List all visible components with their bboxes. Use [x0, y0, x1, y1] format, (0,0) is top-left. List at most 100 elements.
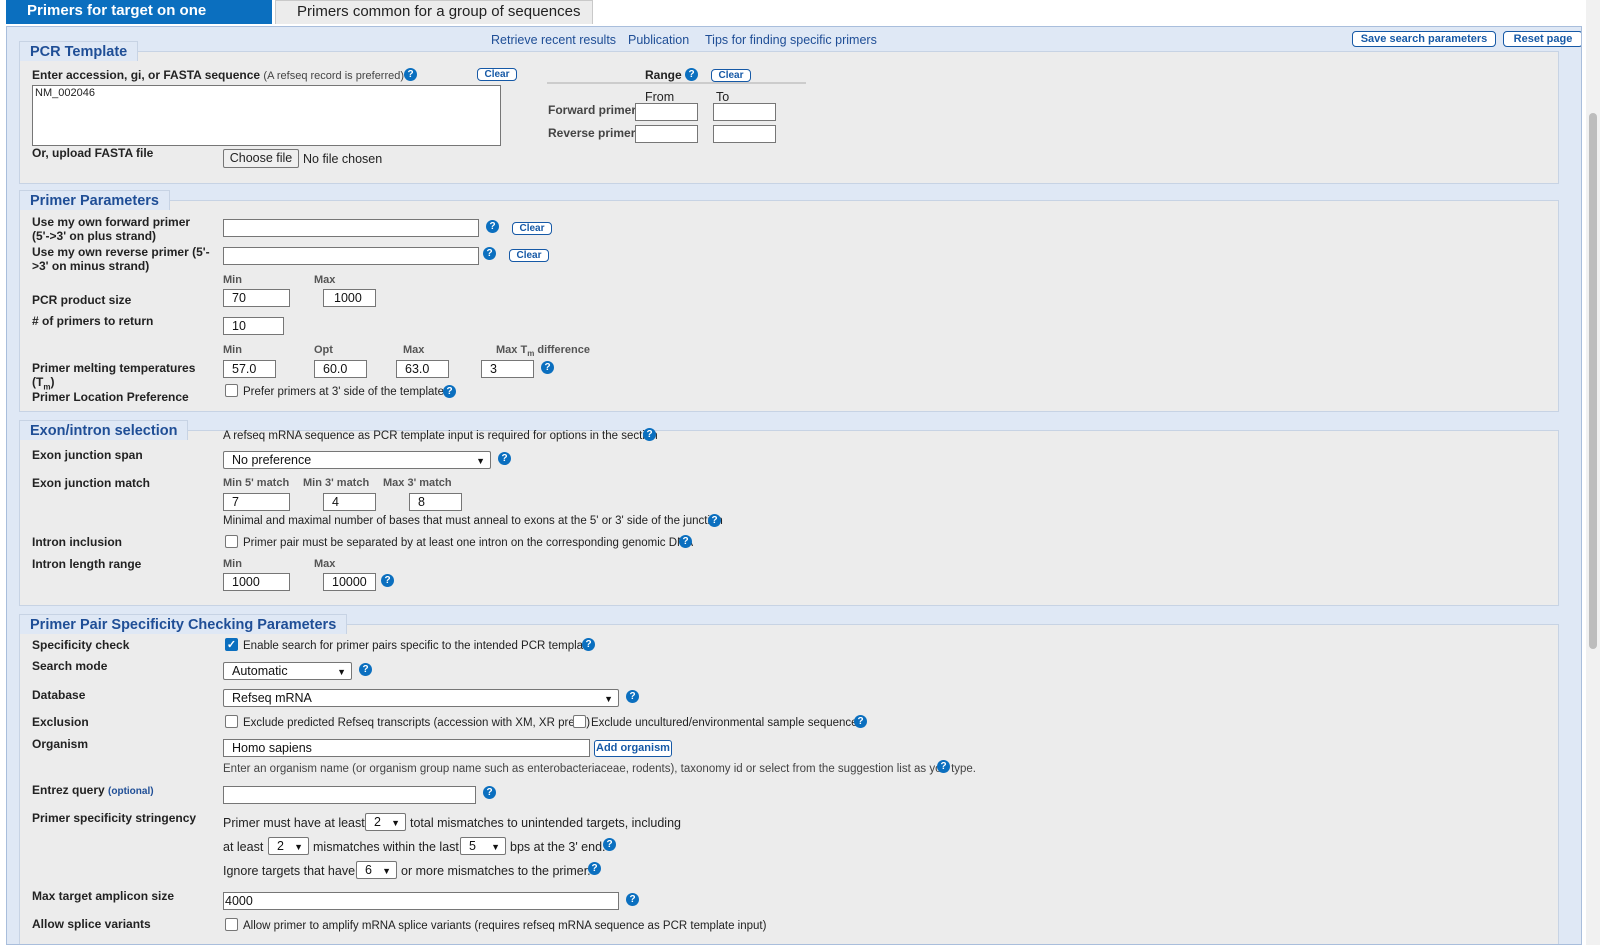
location-preference-label: Primer Location Preference: [32, 390, 189, 404]
help-icon[interactable]: ?: [588, 862, 601, 875]
help-icon[interactable]: ?: [679, 535, 692, 548]
intron-min-header: Min: [223, 558, 242, 570]
forward-from-input[interactable]: [635, 103, 698, 121]
help-icon[interactable]: ?: [541, 361, 554, 374]
forward-to-input[interactable]: [713, 103, 776, 121]
intron-length-label: Intron length range: [32, 557, 142, 571]
splice-variants-checkbox[interactable]: [225, 918, 238, 931]
help-icon[interactable]: ?: [381, 574, 394, 587]
tm-opt-input[interactable]: 60.0: [314, 360, 367, 378]
main-form-frame: Retrieve recent results Publication Tips…: [6, 26, 1582, 945]
last-bps-select[interactable]: 5 ▼: [460, 837, 506, 855]
tips-link[interactable]: Tips for finding specific primers: [705, 33, 877, 47]
help-icon[interactable]: ?: [483, 786, 496, 799]
exon-intron-note: A refseq mRNA sequence as PCR template i…: [223, 430, 658, 442]
max3-input[interactable]: 8: [409, 493, 462, 511]
splice-variants-label: Allow splice variants: [32, 917, 151, 931]
organism-input[interactable]: Homo sapiens: [223, 739, 590, 757]
help-icon[interactable]: ?: [685, 68, 698, 81]
retrieve-results-link[interactable]: Retrieve recent results: [491, 33, 616, 47]
chevron-down-icon: ▼: [337, 667, 346, 677]
sequence-textarea[interactable]: NM_002046: [32, 85, 501, 146]
help-icon[interactable]: ?: [626, 690, 639, 703]
own-forward-primer-input[interactable]: [223, 219, 479, 237]
clear-range-button[interactable]: Clear: [711, 69, 751, 82]
max-amplicon-input[interactable]: 4000: [223, 892, 619, 910]
exclude-uncultured-checkbox[interactable]: [573, 715, 586, 728]
clear-forward-primer-button[interactable]: Clear: [512, 222, 552, 235]
publication-link[interactable]: Publication: [628, 33, 689, 47]
add-organism-button[interactable]: Add organism: [594, 740, 672, 757]
save-search-parameters-button[interactable]: Save search parameters: [1352, 31, 1496, 47]
min5-header: Min 5' match: [223, 477, 290, 489]
help-icon[interactable]: ?: [582, 638, 595, 651]
intron-max-input[interactable]: 10000: [323, 573, 376, 591]
help-icon[interactable]: ?: [708, 514, 721, 527]
to-label: To: [716, 90, 730, 104]
accession-label: Enter accession, gi, or FASTA sequence (…: [32, 68, 405, 82]
help-icon[interactable]: ?: [854, 715, 867, 728]
exon-junction-span-label: Exon junction span: [32, 448, 143, 462]
tab-primers-group-sequences[interactable]: Primers common for a group of sequences: [275, 0, 593, 24]
reverse-to-input[interactable]: [713, 125, 776, 143]
min3-input[interactable]: 4: [323, 493, 376, 511]
clear-sequence-button[interactable]: Clear: [477, 68, 517, 81]
choose-file-button[interactable]: Choose file: [223, 149, 299, 168]
specificity-check-checkbox[interactable]: ✓: [225, 638, 238, 651]
tm-max-input[interactable]: 63.0: [396, 360, 449, 378]
tm-opt-header: Opt: [314, 344, 333, 356]
max-amplicon-label: Max target amplicon size: [32, 889, 175, 903]
reset-page-button[interactable]: Reset page: [1503, 31, 1581, 47]
total-mismatch-select[interactable]: 2 ▼: [365, 813, 406, 831]
help-icon[interactable]: ?: [937, 760, 950, 773]
three-prime-mismatch-select[interactable]: 2 ▼: [268, 837, 309, 855]
own-reverse-primer-label: Use my own reverse primer (5'- >3' on min…: [32, 245, 210, 273]
from-label: From: [645, 90, 675, 104]
tm-min-input[interactable]: 57.0: [223, 360, 276, 378]
product-min-header: Min: [223, 274, 242, 286]
help-icon[interactable]: ?: [603, 838, 616, 851]
tm-diff-input[interactable]: 3: [481, 360, 534, 378]
prefer-3prime-checkbox[interactable]: [225, 384, 238, 397]
tab-primers-one-template[interactable]: Primers for target on one template: [6, 0, 272, 41]
stringency-label: Primer specificity stringency: [32, 811, 197, 825]
upload-fasta-label: Or, upload FASTA file: [32, 146, 154, 160]
help-icon[interactable]: ?: [643, 428, 656, 441]
ignore-mismatch-select[interactable]: 6 ▼: [356, 861, 397, 879]
reverse-from-input[interactable]: [635, 125, 698, 143]
stringency-line3b: or more mismatches to the primer.: [401, 864, 591, 878]
exon-junction-match-label: Exon junction match: [32, 476, 151, 490]
help-icon[interactable]: ?: [443, 385, 456, 398]
intron-min-input[interactable]: 1000: [223, 573, 290, 591]
exclude-uncultured-label: Exclude uncultured/environmental sample …: [591, 717, 864, 729]
exon-junction-span-select[interactable]: No preference ▼: [223, 451, 491, 469]
help-icon[interactable]: ?: [498, 452, 511, 465]
stringency-line2b: mismatches within the last: [313, 840, 459, 854]
help-icon[interactable]: ?: [626, 893, 639, 906]
help-icon[interactable]: ?: [483, 247, 496, 260]
product-size-min-input[interactable]: 70: [223, 289, 290, 307]
intron-inclusion-label: Intron inclusion: [32, 535, 122, 549]
help-icon[interactable]: ?: [404, 68, 417, 81]
database-select[interactable]: Refseq mRNA ▼: [223, 689, 619, 707]
scrollbar-thumb[interactable]: [1589, 113, 1597, 649]
min5-input[interactable]: 7: [223, 493, 290, 511]
specificity-legend: Primer Pair Specificity Checking Paramet…: [19, 614, 348, 634]
intron-inclusion-checkbox[interactable]: [225, 535, 238, 548]
own-reverse-primer-input[interactable]: [223, 247, 479, 265]
splice-variants-option: Allow primer to amplify mRNA splice vari…: [243, 920, 767, 932]
exon-match-note: Minimal and maximal number of bases that…: [223, 515, 723, 527]
chevron-down-icon: ▼: [294, 842, 303, 852]
intron-max-header: Max: [314, 558, 336, 570]
clear-reverse-primer-button[interactable]: Clear: [509, 249, 549, 262]
help-icon[interactable]: ?: [359, 663, 372, 676]
search-mode-select[interactable]: Automatic ▼: [223, 662, 352, 680]
entrez-query-input[interactable]: [223, 786, 476, 804]
exclude-predicted-checkbox[interactable]: [225, 715, 238, 728]
chevron-down-icon: ▼: [604, 694, 613, 704]
pcr-product-size-label: PCR product size: [32, 293, 132, 307]
forward-primer-range-label: Forward primer: [548, 103, 637, 117]
num-primers-input[interactable]: 10: [223, 317, 284, 335]
help-icon[interactable]: ?: [486, 220, 499, 233]
product-size-max-input[interactable]: 1000: [323, 289, 376, 307]
